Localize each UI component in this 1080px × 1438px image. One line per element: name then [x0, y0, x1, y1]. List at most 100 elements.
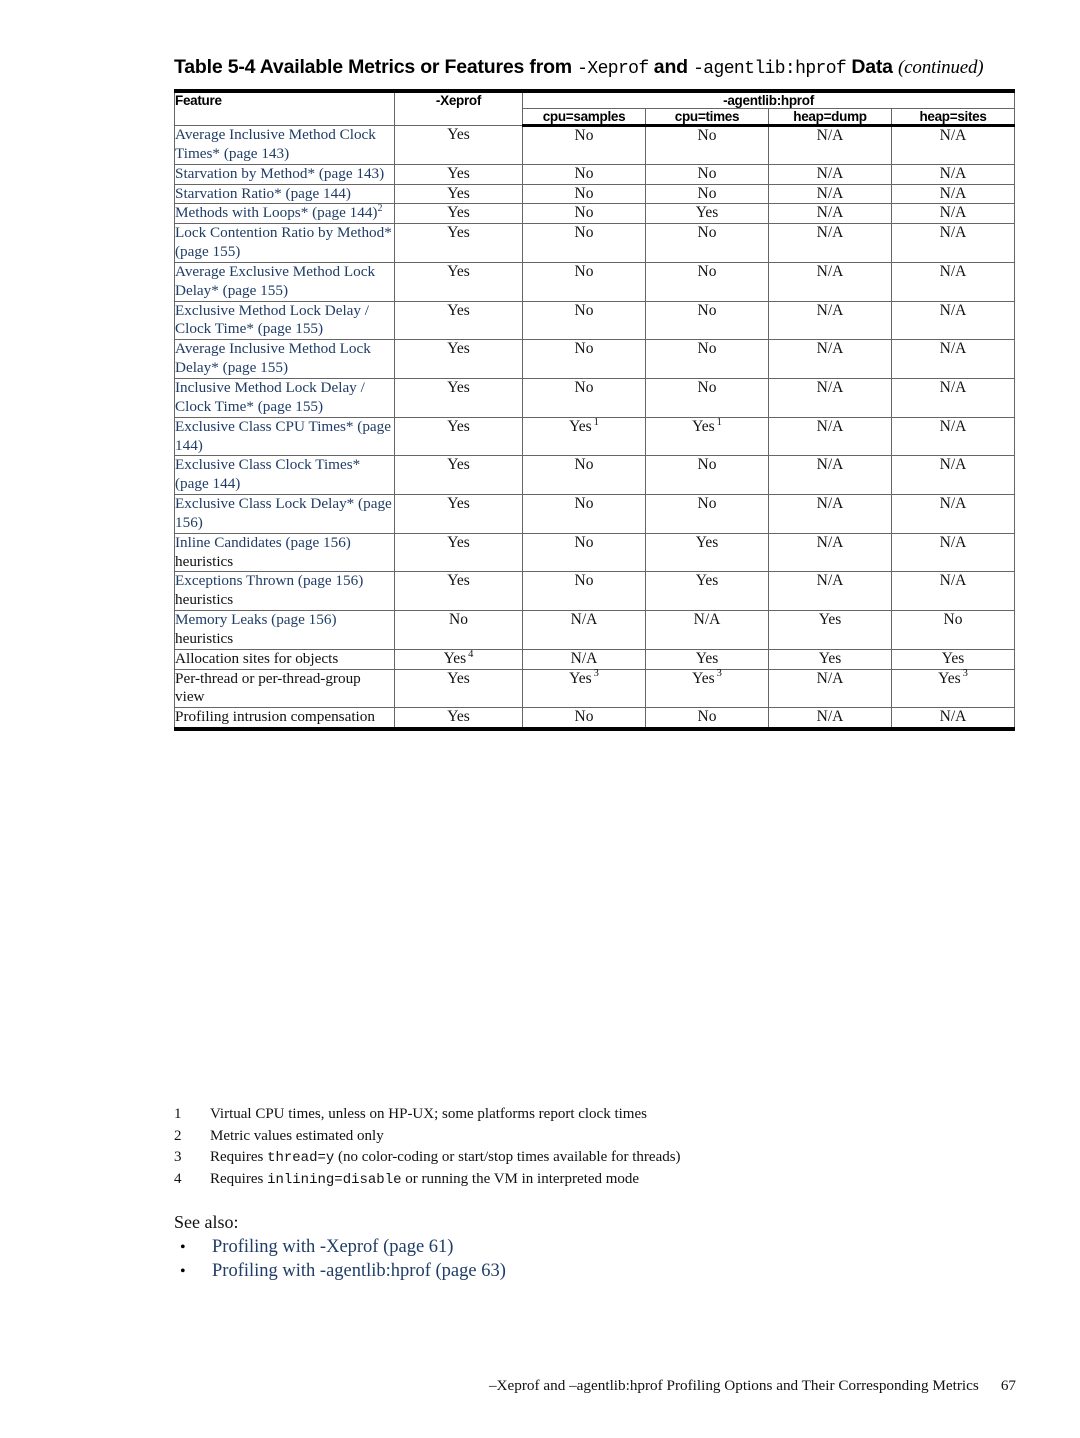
caption-code-xeprof: -Xeprof: [577, 59, 649, 79]
value-text: Yes: [938, 669, 961, 687]
feature-cell: Inclusive Method Lock Delay / Clock Time…: [174, 377, 395, 418]
value-cell: N/A: [890, 223, 1016, 263]
value-text: Yes: [447, 417, 470, 435]
value-text: No: [697, 262, 717, 280]
see-also-link[interactable]: Profiling with -agentlib:hprof (page 63): [212, 1261, 506, 1282]
value-cell: No: [522, 494, 646, 534]
feature-link[interactable]: Average Inclusive Method Lock Delay* (pa…: [175, 340, 371, 376]
value-text: N/A: [939, 164, 967, 182]
value-text: N/A: [816, 127, 844, 144]
header-cpu-times: cpu=times: [645, 108, 769, 127]
feature-link[interactable]: Exclusive Class CPU Times* (page 144): [175, 418, 391, 454]
feature-text: heuristics: [175, 552, 234, 570]
value-cell: No: [645, 494, 769, 534]
value-text: N/A: [816, 262, 844, 280]
feature-cell: Exclusive Method Lock Delay / Clock Time…: [174, 300, 395, 341]
value-text: N/A: [816, 417, 844, 435]
header-feature: Feature: [174, 90, 395, 126]
value-cell: N/A: [890, 163, 1016, 185]
value-text: No: [697, 127, 717, 144]
value-cell: No: [645, 163, 769, 185]
value-cell: N/A: [890, 339, 1016, 379]
feature-link[interactable]: Starvation by Method* (page 143): [175, 165, 384, 182]
value-text: No: [574, 495, 594, 513]
see-also-item[interactable]: • Profiling with -agentlib:hprof (page 63…: [174, 1261, 874, 1282]
feature-link[interactable]: Exclusive Method Lock Delay / Clock Time…: [175, 302, 369, 338]
value-text: No: [574, 456, 594, 474]
metrics-table: Feature -Xeprof -agentlib:hprof cpu=samp…: [174, 89, 1016, 732]
value-cell: N/A: [768, 532, 892, 573]
value-text: No: [574, 262, 594, 280]
value-cell: No: [645, 455, 769, 496]
value-text: N/A: [570, 611, 598, 629]
value-cell: N/A: [768, 183, 892, 205]
feature-text: Per-thread or per-thread-group view: [175, 669, 361, 706]
value-text: Yes: [447, 669, 470, 687]
feature-link[interactable]: Exclusive Class Clock Times* (page 144): [175, 456, 360, 492]
value-cell: N/A: [768, 223, 892, 263]
value-cell: No: [522, 455, 646, 496]
feature-cell: Starvation Ratio* (page 144): [174, 183, 395, 205]
feature-text: Allocation sites for objects: [175, 649, 339, 667]
value-text: N/A: [939, 708, 967, 726]
value-text: N/A: [939, 533, 967, 551]
feature-cell: Exceptions Thrown (page 156) heuristics: [174, 571, 395, 612]
feature-cell: Exclusive Class CPU Times* (page 144): [174, 416, 395, 457]
feature-link[interactable]: Inclusive Method Lock Delay / Clock Time…: [175, 379, 365, 415]
value-text: N/A: [939, 224, 967, 242]
value-text: No: [574, 204, 594, 222]
value-cell: No: [522, 203, 646, 225]
feature-link[interactable]: Average Exclusive Method Lock Delay* (pa…: [175, 263, 375, 299]
value-text: N/A: [939, 572, 967, 590]
feature-link[interactable]: Methods with Loops* (page 144): [175, 204, 377, 221]
value-text: Yes: [695, 572, 719, 590]
value-cell: No: [522, 300, 646, 341]
value-cell: N/A: [768, 339, 892, 379]
value-text: Yes: [447, 495, 470, 513]
value-cell: No: [645, 707, 769, 730]
footnote-code: thread=y: [267, 1150, 335, 1166]
value-cell: No: [522, 707, 646, 730]
feature-link[interactable]: Exclusive Class Lock Delay* (page 156): [175, 495, 392, 531]
feature-link[interactable]: Average Inclusive Method Clock Times* (p…: [175, 126, 376, 162]
value-text: N/A: [816, 708, 844, 726]
table-caption: Table 5-4 Available Metrics or Features …: [174, 56, 1016, 79]
footnote-item: 4 Requires inlining=disable or running th…: [174, 1171, 974, 1188]
feature-link[interactable]: Lock Contention Ratio by Method* (page 1…: [175, 224, 392, 260]
value-text: Yes: [447, 204, 470, 222]
value-text: Yes: [569, 417, 592, 435]
table-row: Exclusive Class CPU Times* (page 144) Yes…: [174, 416, 1016, 457]
feature-cell: Exclusive Class Clock Times* (page 144): [174, 455, 395, 496]
value-cell: No: [522, 532, 646, 573]
footer-text: –Xeprof and –agentlib:hprof Profiling Op…: [488, 1377, 979, 1394]
value-text: N/A: [939, 495, 967, 513]
feature-link[interactable]: Exceptions Thrown (page 156): [175, 572, 363, 589]
footnote-text-post: or running the VM in interpreted mode: [401, 1170, 640, 1187]
value-text: No: [574, 224, 594, 242]
table-row: Methods with Loops* (page 144)2 Yes No Yes N…: [174, 203, 1016, 225]
value-cell: N/A: [768, 668, 892, 709]
footnote-number: 2: [174, 1127, 182, 1144]
value-text: N/A: [939, 340, 967, 358]
value-cell: No: [522, 339, 646, 379]
feature-text: heuristics: [175, 629, 234, 647]
value-text: N/A: [939, 456, 967, 474]
feature-link[interactable]: Starvation Ratio* (page 144): [175, 185, 351, 202]
feature-cell: Average Exclusive Method Lock Delay* (pa…: [174, 261, 395, 302]
feature-link[interactable]: Inline Candidates (page 156): [175, 534, 351, 551]
header-row-top: Feature -Xeprof -agentlib:hprof: [174, 90, 1016, 126]
value-cell: N/A: [768, 163, 892, 185]
feature-text: heuristics: [175, 591, 234, 609]
value-text: N/A: [939, 262, 967, 280]
value-cell: No: [394, 610, 523, 650]
value-text: N/A: [816, 669, 844, 687]
feature-link[interactable]: Memory Leaks (page 156): [175, 611, 337, 628]
see-also-item[interactable]: • Profiling with -Xeprof (page 61): [174, 1237, 874, 1258]
value-text: Yes: [447, 164, 470, 182]
table-row: Allocation sites for objects Yes 4 N/A Yes Ye…: [174, 648, 1016, 670]
footnote-text-pre: Metric values estimated only: [210, 1127, 384, 1144]
see-also-link[interactable]: Profiling with -Xeprof (page 61): [212, 1237, 453, 1258]
table-row: Average Inclusive Method Clock Times* (p…: [174, 125, 1016, 165]
value-cell: Yes: [768, 610, 892, 650]
footnote-number: 3: [174, 1149, 182, 1165]
